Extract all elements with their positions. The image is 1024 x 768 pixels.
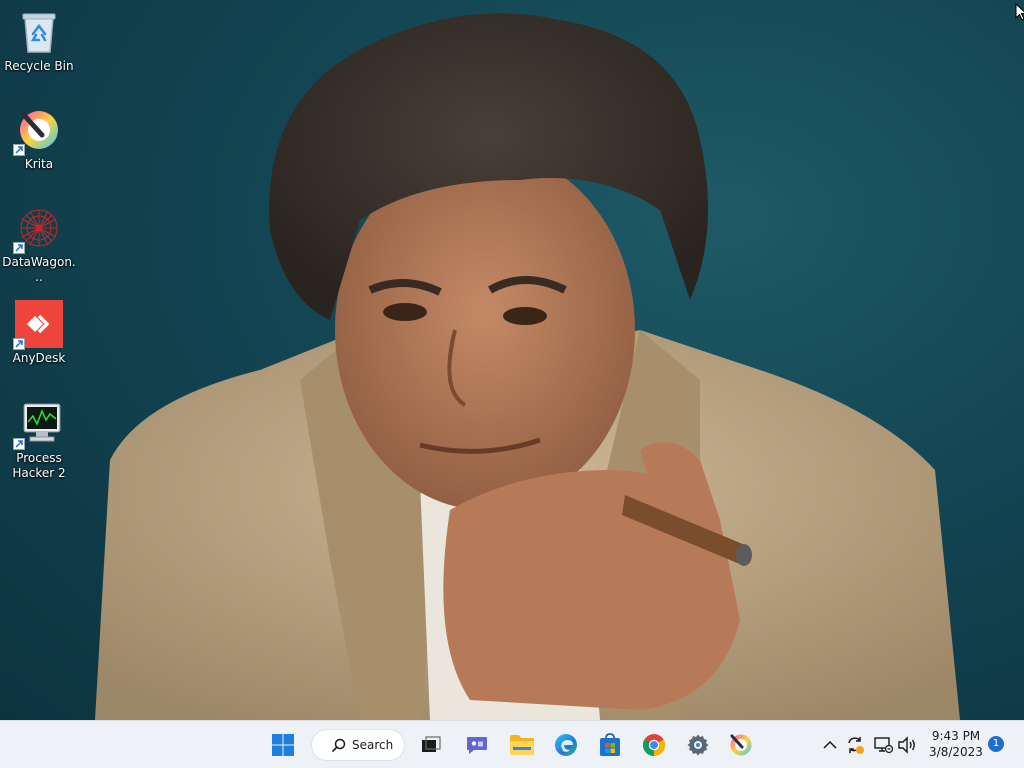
- wallpaper-image: [95, 13, 960, 720]
- network-icon: [874, 737, 893, 754]
- shortcut-arrow-icon: [13, 242, 25, 254]
- chevron-up-icon: [823, 740, 837, 749]
- desktop-icon-recycle-bin[interactable]: Recycle Bin: [2, 8, 76, 74]
- volume-icon: [898, 736, 915, 754]
- task-view-button[interactable]: [413, 727, 449, 763]
- datawagon-icon: [13, 204, 63, 254]
- desktop-icon-datawagon[interactable]: DataWagon...: [2, 204, 76, 285]
- process-hacker-icon: [13, 400, 63, 450]
- folder-icon: [510, 735, 534, 755]
- chrome-icon: [643, 734, 665, 756]
- shortcut-arrow-icon: [13, 144, 25, 156]
- desktop-icon-label: Recycle Bin: [4, 59, 74, 73]
- krita-icon: [730, 734, 752, 756]
- desktop-icon-label: DataWagon...: [2, 255, 76, 284]
- taskbar: Search 9:43 PM 3/8/2023: [0, 720, 1024, 768]
- clock-date: 3/8/2023: [929, 745, 983, 759]
- teams-chat-icon: [467, 737, 487, 754]
- desktop-icon-label: Krita: [24, 157, 54, 171]
- edge-button[interactable]: [548, 727, 584, 763]
- edge-icon: [555, 734, 577, 756]
- show-hidden-icons-button[interactable]: [818, 733, 842, 757]
- clock-button[interactable]: 9:43 PM 3/8/2023: [922, 728, 990, 760]
- search-button[interactable]: Search: [311, 729, 405, 761]
- network-tray-button[interactable]: [871, 733, 895, 757]
- desktop-icon-krita[interactable]: Krita: [2, 106, 76, 172]
- desktop-icon-label: AnyDesk: [12, 351, 66, 365]
- mouse-pointer-icon: [1015, 3, 1024, 21]
- microsoft-store-button[interactable]: [592, 727, 628, 763]
- notification-badge[interactable]: 1: [988, 736, 1004, 752]
- sync-tray-button[interactable]: [843, 733, 867, 757]
- desktop-icon-process-hacker[interactable]: Process Hacker 2: [2, 400, 76, 481]
- windows-start-icon: [272, 734, 294, 756]
- start-button[interactable]: [265, 727, 301, 763]
- store-icon: [600, 733, 620, 756]
- sync-icon: [848, 737, 864, 754]
- desktop-icon-label: Process Hacker 2: [12, 451, 66, 480]
- search-icon: [332, 738, 346, 752]
- volume-tray-button[interactable]: [895, 733, 919, 757]
- task-view-icon: [422, 736, 441, 752]
- recycle-bin-icon: [15, 8, 63, 56]
- anydesk-icon: [13, 300, 63, 350]
- search-label: Search: [352, 738, 394, 752]
- krita-taskbar-button[interactable]: [723, 727, 759, 763]
- desktop[interactable]: Recycle Bin Krita DataWagon... AnyDesk P…: [0, 0, 1024, 720]
- shortcut-arrow-icon: [13, 338, 25, 350]
- krita-icon: [13, 106, 63, 156]
- shortcut-arrow-icon: [13, 438, 25, 450]
- file-explorer-button[interactable]: [504, 727, 540, 763]
- settings-button[interactable]: [680, 727, 716, 763]
- chrome-button[interactable]: [636, 727, 672, 763]
- gear-icon: [687, 734, 709, 756]
- desktop-icon-anydesk[interactable]: AnyDesk: [2, 300, 76, 366]
- teams-chat-button[interactable]: [459, 727, 495, 763]
- clock-time: 9:43 PM: [931, 729, 981, 743]
